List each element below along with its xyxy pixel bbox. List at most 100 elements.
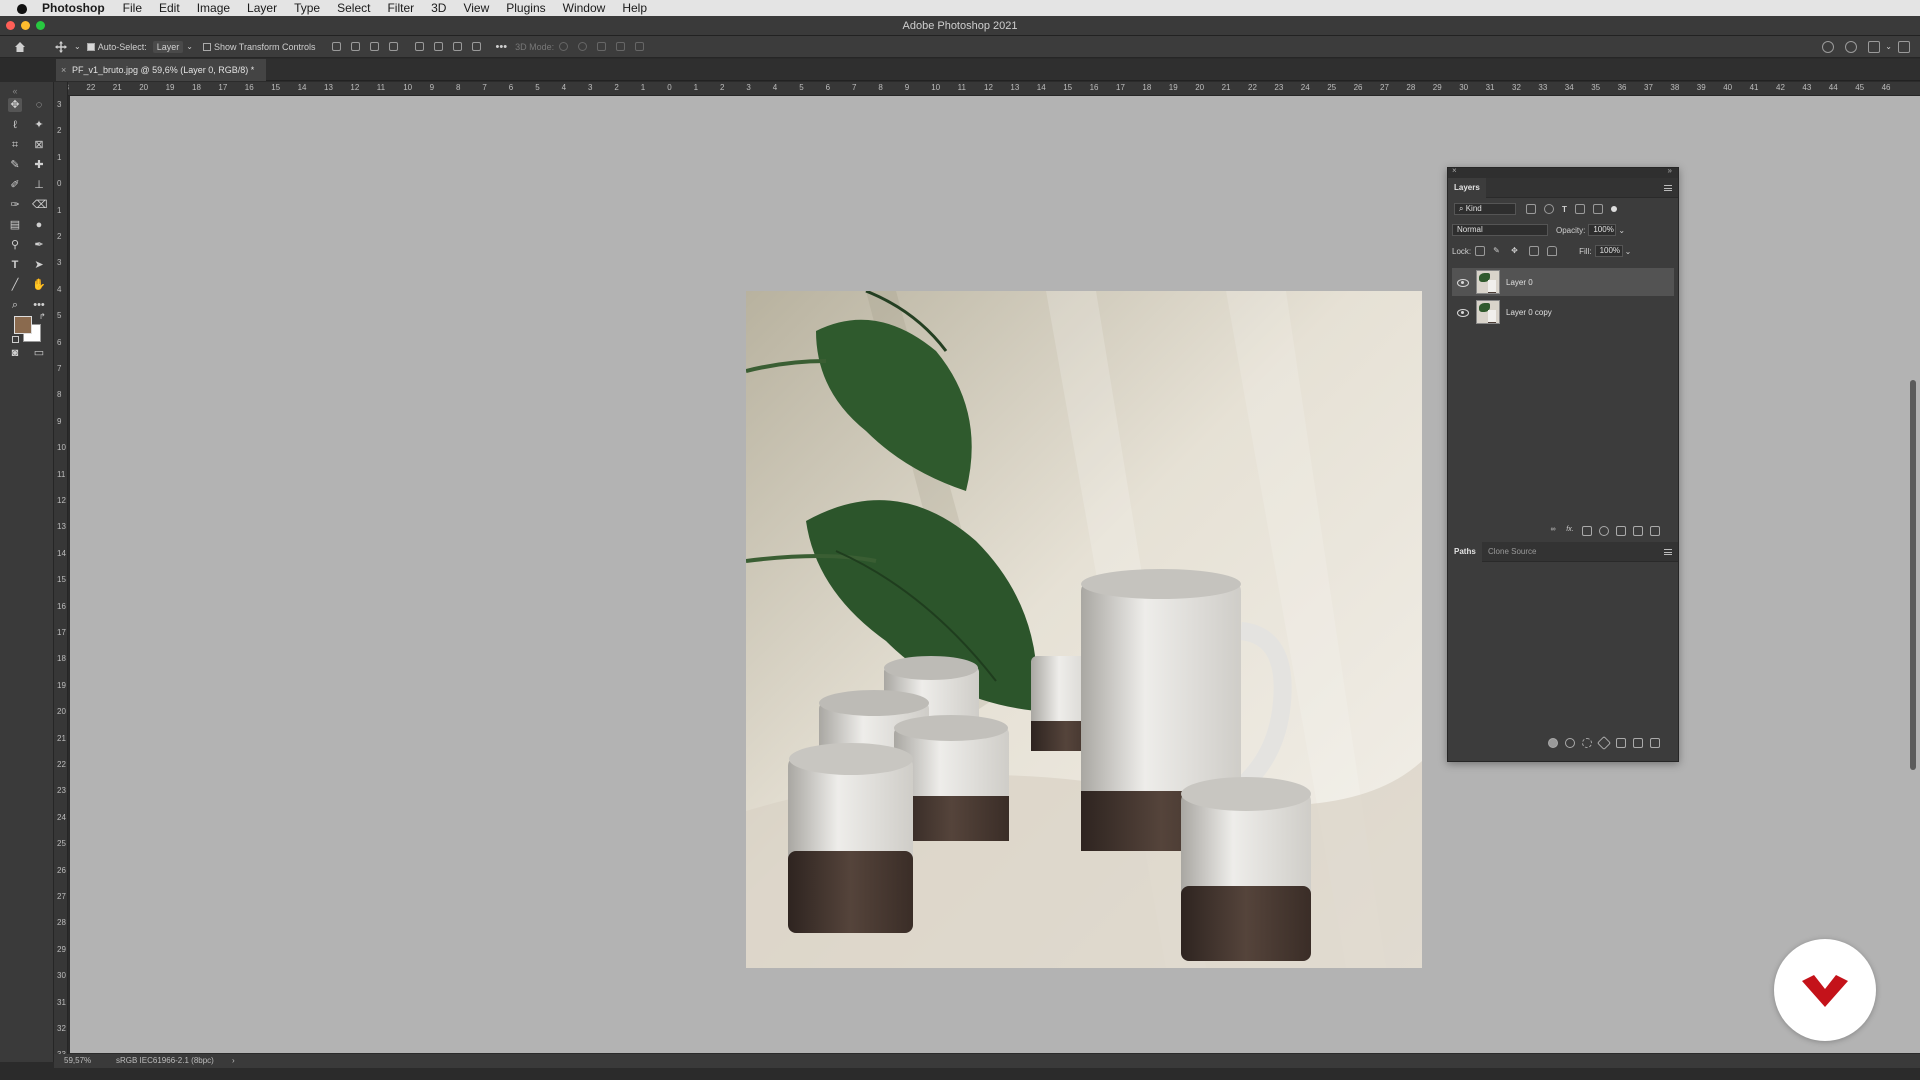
align-top-icon[interactable] [414,42,424,51]
lock-all-icon[interactable] [1547,246,1558,256]
brush-tool-icon[interactable]: ✐ [8,178,22,192]
new-adjustment-layer-icon[interactable] [1599,526,1609,536]
menu-window[interactable]: Window [563,0,606,16]
lasso-tool-icon[interactable]: ℓ [8,118,22,132]
align-center-icon[interactable] [350,42,360,51]
auto-select-dropdown[interactable]: Layer [152,40,184,53]
more-options-icon[interactable]: ••• [496,41,508,53]
quick-mask-icon[interactable]: ◙ [8,346,22,360]
filter-smart-object-icon[interactable] [1592,204,1603,214]
blend-mode-dropdown[interactable]: Normal [1452,224,1548,236]
layer-name[interactable]: Layer 0 [1506,278,1533,287]
menu-edit[interactable]: Edit [159,0,180,16]
distribute-vertical-icon[interactable] [471,42,481,51]
home-icon[interactable] [14,41,26,53]
gradient-tool-icon[interactable]: ▤ [8,218,22,232]
apple-icon[interactable] [14,1,30,15]
opacity-field[interactable]: 100% [1588,224,1617,236]
distribute-horizontal-icon[interactable] [388,42,398,51]
clone-stamp-tool-icon[interactable]: ⊥ [32,178,46,192]
tool-preset-chevron-icon[interactable]: ⌄ [74,42,81,51]
link-layers-icon[interactable]: ∞ [1548,526,1558,536]
move-tool-icon[interactable]: ✥ [8,98,22,112]
menu-view[interactable]: View [463,0,489,16]
share-account-icon[interactable] [1822,40,1835,53]
fill-chevron-icon[interactable]: ⌄ [1625,247,1632,256]
zoom-window-button[interactable] [36,21,45,30]
opacity-chevron-icon[interactable]: ⌄ [1618,226,1625,235]
orbit-3d-icon[interactable] [559,42,569,51]
align-middle-icon[interactable] [433,42,443,51]
filter-kind-dropdown[interactable]: ⌕ Kind [1454,203,1516,215]
lock-artboard-icon[interactable] [1529,246,1540,256]
filter-pixel-icon[interactable] [1526,204,1536,214]
document-tab[interactable]: × PF_v1_bruto.jpg @ 59,6% (Layer 0, RGB/… [56,59,266,81]
lock-transparent-icon[interactable] [1475,246,1486,256]
crop-tool-icon[interactable]: ⌗ [8,138,22,152]
paths-panel-menu-icon[interactable] [1664,549,1672,555]
zoom-tool-icon[interactable]: ⌕ [8,298,22,312]
visibility-eye-icon[interactable] [1456,276,1469,288]
workspace-icon[interactable] [1868,40,1881,53]
menu-app-name[interactable]: Photoshop [42,1,105,15]
screen-mode-icon[interactable]: ▭ [32,346,46,360]
menu-image[interactable]: Image [197,0,230,16]
healing-brush-tool-icon[interactable]: ✚ [32,158,46,172]
collapse-panel-icon[interactable]: » [1668,166,1672,175]
workspace-chevron-icon[interactable]: ⌄ [1885,42,1892,51]
auto-select-checkbox[interactable] [86,42,95,51]
make-work-path-icon[interactable] [1596,735,1612,751]
delete-layer-icon[interactable] [1650,526,1660,536]
layer-style-icon[interactable]: fx. [1565,526,1575,536]
new-group-icon[interactable] [1616,526,1626,536]
pan-3d-icon[interactable] [597,42,607,51]
edit-toolbar-icon[interactable]: ••• [32,298,46,312]
align-left-icon[interactable] [331,42,341,51]
frame-tool-icon[interactable]: ⊠ [32,138,46,152]
new-path-icon[interactable] [1633,738,1643,748]
line-tool-icon[interactable]: ╱ [8,278,22,292]
search-icon[interactable] [1845,40,1858,53]
close-tab-icon[interactable]: × [61,59,66,81]
menu-filter[interactable]: Filter [387,0,414,16]
hand-tool-icon[interactable]: ✋ [32,278,46,292]
fill-field[interactable]: 100% [1594,245,1623,257]
slide-3d-icon[interactable] [616,42,626,51]
blur-tool-icon[interactable]: ● [32,218,46,232]
stroke-path-icon[interactable] [1565,738,1575,748]
history-brush-tool-icon[interactable]: ✑ [8,198,22,212]
tab-paths[interactable]: Paths [1448,542,1482,562]
filter-toggle-icon[interactable] [1610,206,1617,212]
foreground-color-swatch[interactable] [14,316,32,334]
path-selection-tool-icon[interactable]: ➤ [32,258,46,272]
delete-path-icon[interactable] [1650,738,1660,748]
menu-plugins[interactable]: Plugins [506,0,545,16]
default-colors-icon[interactable] [12,336,19,343]
menu-help[interactable]: Help [622,0,647,16]
align-right-icon[interactable] [369,42,379,51]
menu-file[interactable]: File [123,0,142,16]
fill-path-icon[interactable] [1548,738,1558,748]
roll-3d-icon[interactable] [578,42,588,51]
scale-3d-icon[interactable] [635,42,645,51]
share-icon[interactable] [1898,40,1910,53]
layer-name[interactable]: Layer 0 copy [1506,308,1552,317]
filter-type-icon[interactable]: T [1562,205,1567,214]
swap-colors-icon[interactable]: ↱ [39,312,46,321]
eraser-tool-icon[interactable]: ⌫ [32,198,48,212]
minimize-window-button[interactable] [21,21,30,30]
lock-image-icon[interactable]: ✎ [1493,246,1503,256]
layers-panel-menu-icon[interactable] [1664,185,1672,191]
document-image[interactable] [746,291,1422,968]
vertical-scrollbar[interactable] [1910,380,1916,770]
menu-type[interactable]: Type [294,0,320,16]
filter-shape-icon[interactable] [1574,204,1585,214]
tools-collapse-icon[interactable]: « [8,84,22,98]
close-window-button[interactable] [6,21,15,30]
zoom-level[interactable]: 59,57% [64,1054,91,1068]
dodge-tool-icon[interactable]: ⚲ [8,238,22,252]
type-tool-icon[interactable]: T [8,258,22,272]
menu-layer[interactable]: Layer [247,0,277,16]
transform-controls-checkbox[interactable] [202,42,211,51]
tab-layers[interactable]: Layers [1448,178,1486,198]
